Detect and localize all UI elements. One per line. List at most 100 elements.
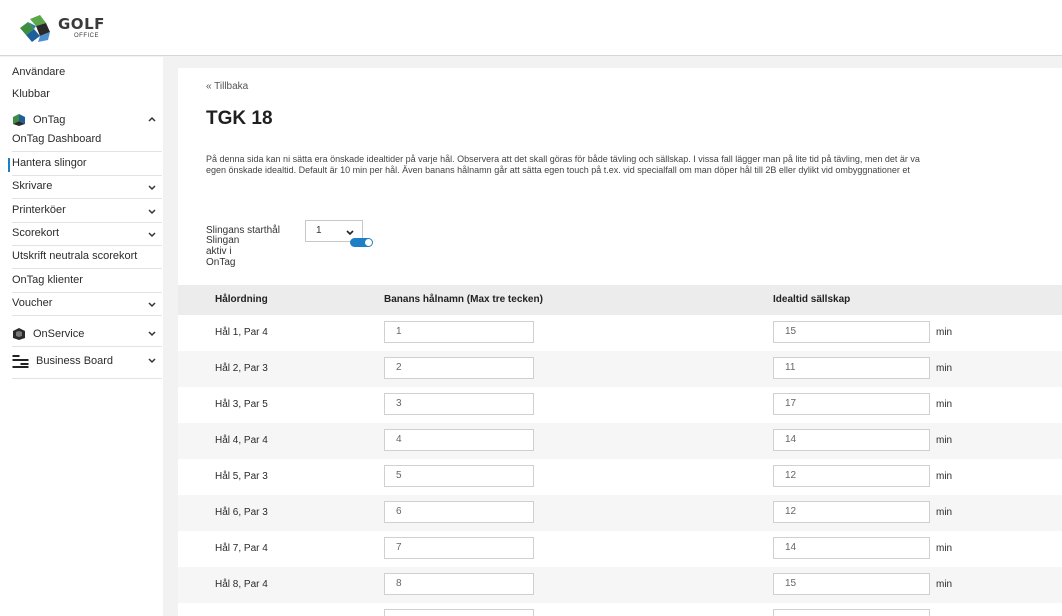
sidebar-item-label: OnTag klienter <box>12 274 83 286</box>
table-row: Hål 4, Par 4 4 14 min <box>178 423 1062 459</box>
sidebar-item-ontag-klienter[interactable]: OnTag klienter <box>12 269 162 293</box>
sidebar-item-voucher[interactable]: Voucher <box>12 292 162 316</box>
hole-label: Hål 5, Par 3 <box>215 471 268 482</box>
col-header-ideal-time: Idealtid sällskap <box>773 294 851 305</box>
divider <box>12 378 162 379</box>
sidebar-item-ontag-dashboard[interactable]: OnTag Dashboard <box>12 128 162 152</box>
ideal-time-input[interactable]: 12 <box>773 465 930 487</box>
ideal-time-input[interactable]: 15 <box>773 573 930 595</box>
unit-label: min <box>936 327 953 338</box>
sidebar-item-label: Skrivare <box>12 180 53 192</box>
hole-label: Hål 2, Par 3 <box>215 363 268 374</box>
unit-label: min <box>936 399 953 410</box>
table-row: Hål 8, Par 4 8 15 min <box>178 567 1062 603</box>
unit-label: min <box>936 471 953 482</box>
hole-name-input[interactable]: 3 <box>384 393 534 415</box>
unit-label: min <box>936 507 953 518</box>
ontag-icon <box>13 114 25 126</box>
chevron-up-icon <box>148 116 156 122</box>
unit-label: min <box>936 435 953 446</box>
sidebar-section-ontag[interactable]: OnTag <box>12 110 164 130</box>
sidebar-item-label: Voucher <box>12 297 53 309</box>
main-content: « Tillbaka TGK 18 På denna sida kan ni s… <box>178 68 1062 616</box>
ideal-time-input[interactable]: 14 <box>773 537 930 559</box>
table-row: Hål 1, Par 4 1 15 min <box>178 315 1062 351</box>
hole-label: Hål 7, Par 4 <box>215 543 268 554</box>
golf-office-logo[interactable]: GOLF OFFICE <box>16 10 116 46</box>
table-row: Hål 5, Par 3 5 12 min <box>178 459 1062 495</box>
hole-label: Hål 4, Par 4 <box>215 435 268 446</box>
onservice-icon <box>13 328 25 340</box>
sidebar-section-label: OnService <box>33 328 85 340</box>
ideal-time-input[interactable]: 17 <box>773 393 930 415</box>
ideal-time-input[interactable]: 11 <box>773 357 930 379</box>
active-toggle-label: Slingan aktiv i OnTag <box>206 235 240 268</box>
ideal-time-input[interactable] <box>773 609 930 616</box>
description-line: På denna sida kan ni sätta era önskade i… <box>206 154 920 164</box>
hole-name-input[interactable] <box>384 609 534 616</box>
sidebar-item-label: Hantera slingor <box>12 157 87 169</box>
divider <box>12 346 162 347</box>
col-header-hole-name: Banans hålnamn (Max tre tecken) <box>384 294 543 305</box>
toggle-knob <box>365 239 372 246</box>
chevron-down-icon <box>148 185 156 191</box>
sidebar-item-anvandare[interactable]: Användare <box>12 66 65 78</box>
hole-label: Hål 6, Par 3 <box>215 507 268 518</box>
sidebar-item-scorekort[interactable]: Scorekort <box>12 222 162 246</box>
table-row: Hål 3, Par 5 3 17 min <box>178 387 1062 423</box>
chevron-down-icon <box>148 331 156 337</box>
table-row-partial <box>178 603 1062 616</box>
table-row: Hål 7, Par 4 7 14 min <box>178 531 1062 567</box>
unit-label: min <box>936 543 953 554</box>
hole-name-input[interactable]: 2 <box>384 357 534 379</box>
active-toggle[interactable] <box>350 238 373 247</box>
back-link[interactable]: « Tillbaka <box>206 81 248 92</box>
ideal-time-input[interactable]: 12 <box>773 501 930 523</box>
table-row: Hål 2, Par 3 2 11 min <box>178 351 1062 387</box>
hole-name-input[interactable]: 4 <box>384 429 534 451</box>
sidebar: Användare Klubbar OnTag OnTag Dashboard … <box>0 57 163 616</box>
hole-name-input[interactable]: 1 <box>384 321 534 343</box>
active-indicator <box>8 158 10 172</box>
sidebar-item-klubbar[interactable]: Klubbar <box>12 88 50 100</box>
business-board-icon <box>12 355 29 368</box>
chevron-down-icon <box>148 302 156 308</box>
start-hole-value: 1 <box>316 225 322 236</box>
sidebar-item-label: OnTag Dashboard <box>12 133 102 145</box>
hole-label: Hål 1, Par 4 <box>215 327 268 338</box>
ideal-time-input[interactable]: 14 <box>773 429 930 451</box>
sidebar-item-hantera-slingor[interactable]: Hantera slingor <box>12 152 162 176</box>
sidebar-item-printerkoer[interactable]: Printerköer <box>12 199 162 223</box>
sidebar-item-skrivare[interactable]: Skrivare <box>12 175 162 199</box>
logo-subtext: OFFICE <box>74 33 99 39</box>
hole-name-input[interactable]: 6 <box>384 501 534 523</box>
hole-label: Hål 3, Par 5 <box>215 399 268 410</box>
sidebar-section-label: Business Board <box>36 355 114 367</box>
sidebar-item-label: Printerköer <box>12 204 66 216</box>
table-row: Hål 6, Par 3 6 12 min <box>178 495 1062 531</box>
top-bar: GOLF OFFICE <box>0 0 1062 56</box>
chevron-down-icon <box>148 209 156 215</box>
unit-label: min <box>936 363 953 374</box>
sidebar-section-onservice[interactable]: OnService <box>12 324 164 344</box>
table-header: Hålordning Banans hålnamn (Max tre tecke… <box>178 285 1062 315</box>
ideal-time-input[interactable]: 15 <box>773 321 930 343</box>
golf-ball-logo-icon <box>20 15 50 42</box>
logo-text: GOLF <box>58 15 105 33</box>
sidebar-section-business-board[interactable]: Business Board <box>12 351 164 371</box>
chevron-down-icon <box>346 230 354 236</box>
chevron-down-icon <box>148 358 156 364</box>
description-line: egen önskade idealtid. Default är 10 min… <box>206 165 910 175</box>
col-header-hole-order: Hålordning <box>215 294 268 305</box>
hole-name-input[interactable]: 8 <box>384 573 534 595</box>
sidebar-item-label: Scorekort <box>12 227 60 239</box>
hole-label: Hål 8, Par 4 <box>215 579 268 590</box>
hole-name-input[interactable]: 7 <box>384 537 534 559</box>
sidebar-item-utskrift-neutrala-scorekort[interactable]: Utskrift neutrala scorekort <box>12 245 162 269</box>
chevron-down-icon <box>148 232 156 238</box>
unit-label: min <box>936 579 953 590</box>
page-description: På denna sida kan ni sätta era önskade i… <box>206 154 1062 176</box>
hole-name-input[interactable]: 5 <box>384 465 534 487</box>
sidebar-section-label: OnTag <box>33 114 66 126</box>
page-title: TGK 18 <box>206 108 273 129</box>
